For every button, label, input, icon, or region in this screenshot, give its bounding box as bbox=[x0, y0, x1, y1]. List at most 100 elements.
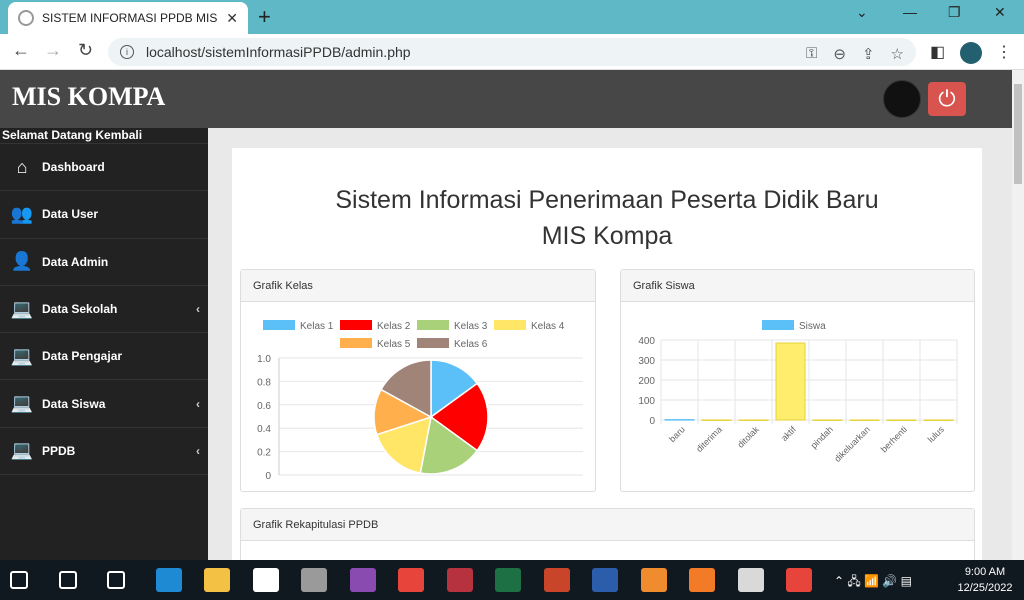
sidebar-item-data-siswa[interactable]: 💻 Data Siswa ‹ bbox=[0, 380, 208, 428]
bar-ditolak bbox=[738, 419, 769, 421]
profile-avatar-icon[interactable] bbox=[960, 42, 982, 64]
share-icon[interactable]: ⇪ bbox=[862, 45, 875, 63]
sidebar-item-data-user[interactable]: 👥 Data User bbox=[0, 191, 208, 239]
site-info-icon[interactable]: i bbox=[120, 45, 134, 59]
welcome-text: Selamat Datang Kembali bbox=[0, 128, 208, 144]
forward-icon[interactable]: → bbox=[44, 40, 62, 61]
x-tick-label: aktif bbox=[779, 424, 798, 443]
legend-swatch bbox=[417, 320, 449, 330]
page-scrollbar[interactable] bbox=[1012, 70, 1024, 560]
winrar-icon[interactable] bbox=[349, 568, 376, 592]
search-icon[interactable] bbox=[58, 571, 77, 589]
x-tick-label: berhenti bbox=[879, 424, 909, 454]
chevron-left-icon[interactable]: ‹ bbox=[196, 444, 200, 458]
bar-dikeluarkan bbox=[849, 419, 880, 421]
y-tick-label: 1.0 bbox=[257, 354, 271, 365]
y-tick-label: 400 bbox=[638, 336, 655, 347]
sidebar-item-label: Data Admin bbox=[42, 254, 109, 269]
y-tick-label: 200 bbox=[638, 376, 655, 387]
bookmark-star-icon[interactable]: ☆ bbox=[891, 45, 904, 63]
side-panel-icon[interactable]: ◧ bbox=[930, 42, 945, 62]
clock-time: 9:00 AM bbox=[964, 566, 1006, 578]
browser-menu-icon[interactable]: ⋮ bbox=[996, 42, 1012, 62]
page-title: Sistem Informasi Penerimaan Peserta Didi… bbox=[232, 182, 982, 254]
system-tray[interactable]: ⌃ 🖧 📶 🔊 ▤ bbox=[834, 572, 912, 593]
legend-swatch bbox=[340, 320, 372, 330]
x-tick-label: baru bbox=[667, 424, 687, 444]
close-window-icon[interactable]: ✕ bbox=[994, 4, 1006, 21]
card-title: Grafik Kelas bbox=[241, 270, 595, 302]
scrollbar-thumb[interactable] bbox=[1014, 84, 1022, 184]
paint-icon[interactable] bbox=[737, 568, 764, 592]
back-icon[interactable]: ← bbox=[12, 40, 30, 61]
bar-diterima bbox=[701, 419, 732, 421]
chrome-icon[interactable] bbox=[398, 568, 424, 592]
sublime-icon[interactable] bbox=[640, 568, 667, 592]
excel-icon[interactable] bbox=[495, 568, 521, 592]
x-tick-label: diterima bbox=[694, 424, 724, 454]
bar-lulus bbox=[923, 419, 954, 421]
legend-swatch bbox=[340, 338, 372, 348]
task-view-icon[interactable] bbox=[107, 571, 125, 589]
user-avatar[interactable] bbox=[883, 80, 921, 118]
card-title: Grafik Siswa bbox=[621, 270, 974, 302]
brand-logo[interactable]: MIS KOMPA bbox=[12, 82, 165, 112]
minimize-icon[interactable]: — bbox=[903, 4, 917, 20]
firewall-icon[interactable] bbox=[301, 568, 327, 592]
new-tab-icon[interactable]: + bbox=[258, 4, 271, 30]
siswa-bar-chart: Siswa 400 300 200 100 0 baru diterima ditolak akt… bbox=[638, 320, 958, 464]
close-tab-icon[interactable]: ✕ bbox=[226, 10, 238, 27]
browser-tab[interactable]: SISTEM INFORMASI PPDB MIS KO ✕ bbox=[8, 2, 248, 34]
logout-button[interactable]: ⏻ bbox=[928, 82, 966, 116]
sidebar-item-label: Data User bbox=[42, 207, 99, 222]
clock[interactable]: 9:00 AM 12/25/2022 bbox=[952, 564, 1018, 596]
sidebar-item-data-sekolah[interactable]: 💻 Data Sekolah ‹ bbox=[0, 286, 208, 334]
sidebar-item-dashboard[interactable]: ⌂ Dashboard bbox=[0, 144, 208, 192]
sidebar-item-ppdb[interactable]: 💻 PPDB ‹ bbox=[0, 428, 208, 476]
app-header: MIS KOMPA ⏻ bbox=[0, 70, 1012, 128]
word-icon[interactable] bbox=[592, 568, 618, 592]
legend-label: Kelas 2 bbox=[377, 321, 411, 332]
bar-pindah bbox=[812, 419, 843, 421]
bar-aktif bbox=[775, 342, 806, 421]
file-explorer-icon[interactable] bbox=[204, 568, 230, 592]
address-bar-row: ← → ↻ i localhost/sistemInformasiPPDB/ad… bbox=[0, 34, 1024, 70]
x-tick-label: pindah bbox=[809, 424, 835, 450]
chevron-left-icon[interactable]: ‹ bbox=[196, 397, 200, 411]
sidebar-item-data-admin[interactable]: 👤 Data Admin bbox=[0, 239, 208, 286]
zoom-icon[interactable]: ⊖ bbox=[833, 45, 846, 63]
powerpoint-icon[interactable] bbox=[543, 568, 570, 592]
chrome-active-icon[interactable] bbox=[786, 568, 812, 592]
legend-label: Kelas 5 bbox=[377, 339, 411, 350]
card-grafik-siswa: Grafik Siswa Siswa 400 300 200 100 0 baru diter… bbox=[620, 269, 975, 492]
page-title-line2: MIS Kompa bbox=[541, 222, 673, 250]
chevron-left-icon[interactable]: ‹ bbox=[196, 302, 200, 316]
reload-icon[interactable]: ↻ bbox=[78, 40, 93, 61]
edge-icon[interactable] bbox=[155, 568, 182, 592]
legend-label: Kelas 3 bbox=[454, 321, 488, 332]
legend-swatch bbox=[417, 338, 449, 348]
store-icon[interactable] bbox=[252, 568, 279, 592]
card-grafik-rekap: Grafik Rekapitulasi PPDB bbox=[240, 508, 975, 560]
xampp-icon[interactable] bbox=[689, 568, 715, 592]
user-icon: 👤 bbox=[10, 251, 34, 272]
laptop-icon: 💻 bbox=[10, 393, 34, 414]
x-tick-label: lulus bbox=[926, 424, 947, 445]
restore-icon[interactable]: ❐ bbox=[948, 4, 961, 21]
laptop-icon: 💻 bbox=[10, 298, 34, 319]
users-icon: 👥 bbox=[10, 203, 34, 224]
sidebar: Selamat Datang Kembali ⌂ Dashboard 👥 Data U… bbox=[0, 128, 208, 560]
x-tick-label: ditolak bbox=[735, 424, 761, 450]
tab-search-icon[interactable]: ⌄ bbox=[856, 4, 868, 21]
legend-label: Kelas 4 bbox=[531, 321, 565, 332]
y-tick-label: 0.6 bbox=[257, 401, 271, 412]
tab-title: SISTEM INFORMASI PPDB MIS KO bbox=[42, 11, 221, 25]
start-icon[interactable] bbox=[10, 571, 28, 589]
url-input[interactable]: i localhost/sistemInformasiPPDB/admin.ph… bbox=[108, 38, 916, 66]
y-tick-label: 0.4 bbox=[257, 424, 271, 435]
key-icon[interactable]: ⚿ bbox=[806, 45, 817, 63]
favicon-icon bbox=[18, 10, 34, 26]
sidebar-item-data-pengajar[interactable]: 💻 Data Pengajar bbox=[0, 333, 208, 381]
access-icon[interactable] bbox=[446, 568, 473, 592]
sidebar-item-label: Data Pengajar bbox=[42, 349, 123, 364]
